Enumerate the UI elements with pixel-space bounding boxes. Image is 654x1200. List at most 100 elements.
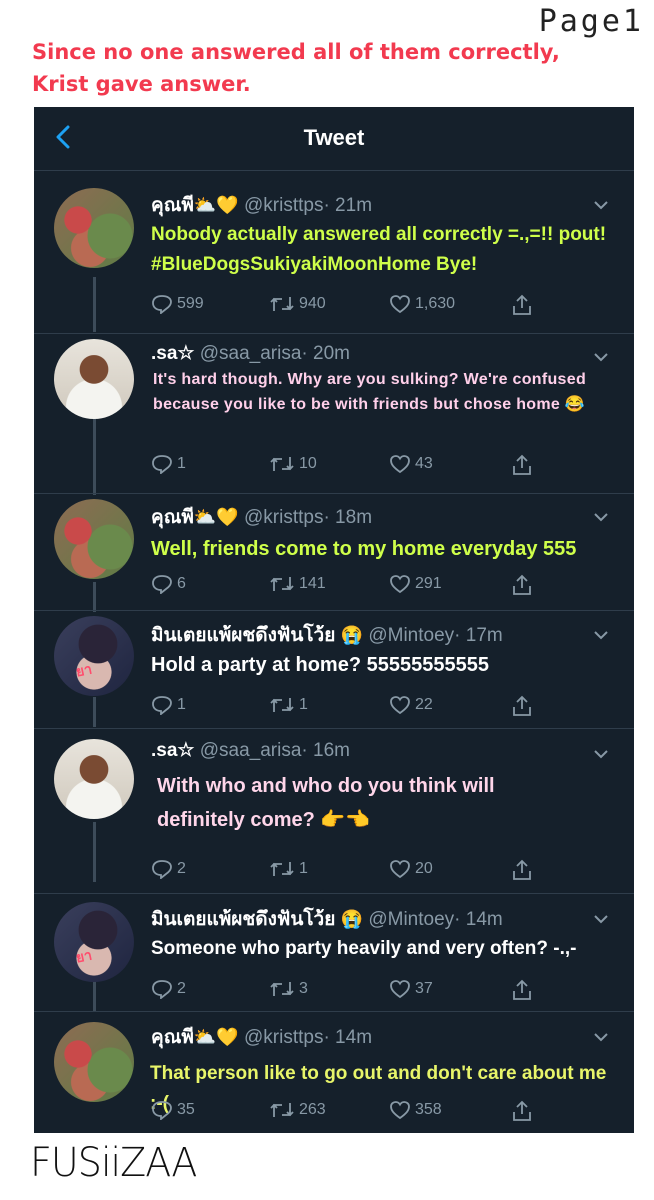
tweet-text: Someone who party heavily and very often… — [151, 938, 577, 959]
tweet-header: .sa☆ @saa_arisa· 20m — [151, 342, 350, 365]
reply-button[interactable]: 599 — [151, 294, 204, 314]
chevron-down-icon[interactable] — [594, 630, 608, 640]
reply-button[interactable]: 35 — [151, 1100, 195, 1120]
like-count: 22 — [415, 696, 433, 713]
like-button[interactable]: 43 — [389, 454, 433, 474]
share-button[interactable] — [511, 695, 537, 717]
tweet-text: Well, friends come to my home everyday 5… — [151, 538, 577, 560]
reply-icon — [152, 696, 172, 715]
username[interactable]: @saa_arisa — [200, 343, 302, 364]
share-button[interactable] — [511, 294, 537, 316]
tweet[interactable]: .sa☆ @saa_arisa· 16m With who and who do… — [34, 729, 634, 891]
avatar[interactable] — [54, 739, 134, 819]
heart-icon — [390, 980, 410, 999]
username[interactable]: @Mintoey — [368, 625, 454, 646]
share-icon — [513, 979, 531, 1000]
chevron-down-icon[interactable] — [594, 512, 608, 522]
avatar[interactable] — [54, 1022, 134, 1102]
like-button[interactable]: 358 — [389, 1100, 442, 1120]
username[interactable]: @saa_arisa — [200, 740, 302, 761]
reply-button[interactable]: 1 — [151, 695, 186, 715]
name-emoji: 😭 — [340, 625, 364, 645]
chevron-down-icon[interactable] — [594, 352, 608, 362]
display-name[interactable]: คุณพี — [151, 507, 194, 528]
retweet-button[interactable]: 940 — [269, 294, 326, 314]
retweet-icon — [270, 577, 294, 591]
chevron-down-icon[interactable] — [594, 914, 608, 924]
retweet-button[interactable]: 263 — [269, 1100, 326, 1120]
reply-button[interactable]: 1 — [151, 454, 186, 474]
retweet-icon — [270, 457, 294, 471]
avatar[interactable]: ยา — [54, 902, 134, 982]
tweet-actions: 2 1 20 — [151, 859, 621, 883]
username[interactable]: @kristtps — [244, 195, 323, 216]
tweet-header: คุณพี⛅💛 @kristtps· 18m — [151, 502, 372, 532]
like-button[interactable]: 291 — [389, 574, 442, 594]
username[interactable]: @kristtps — [244, 1027, 323, 1048]
like-count: 1,630 — [415, 295, 456, 312]
retweet-button[interactable]: 141 — [269, 574, 326, 594]
display-name[interactable]: คุณพี — [151, 195, 194, 216]
like-button[interactable]: 1,630 — [389, 294, 455, 314]
reply-icon — [152, 455, 172, 474]
avatar[interactable] — [54, 188, 134, 268]
reply-button[interactable]: 2 — [151, 979, 186, 999]
retweet-icon — [270, 698, 294, 712]
chevron-down-icon[interactable] — [594, 200, 608, 210]
timestamp: · 14m — [323, 1027, 373, 1048]
share-button[interactable] — [511, 1100, 537, 1122]
share-button[interactable] — [511, 574, 537, 596]
retweet-button[interactable]: 1 — [269, 695, 308, 715]
heart-icon — [390, 575, 410, 594]
tweet-header: มินเตยแพ้ผชดึงฟันโว้ย 😭 @Mintoey· 17m — [151, 620, 503, 650]
username[interactable]: @Mintoey — [368, 909, 454, 930]
like-button[interactable]: 20 — [389, 859, 433, 879]
tweet[interactable]: คุณพี⛅💛 @kristtps· 18m Well, friends com… — [34, 494, 634, 611]
tweet[interactable]: คุณพี⛅💛 @kristtps· 14m That person like … — [34, 1012, 634, 1132]
like-count: 43 — [415, 455, 433, 472]
name-emoji: ⛅💛 — [193, 507, 239, 527]
heart-icon — [390, 1101, 410, 1120]
reply-count: 1 — [177, 455, 186, 472]
like-button[interactable]: 22 — [389, 695, 433, 715]
tweet[interactable]: ยา มินเตยแพ้ผชดึงฟันโว้ย 😭 @Mintoey· 17m… — [34, 611, 634, 728]
avatar[interactable] — [54, 499, 134, 579]
retweet-button[interactable]: 10 — [269, 454, 317, 474]
retweet-button[interactable]: 3 — [269, 979, 308, 999]
timestamp: · 14m — [454, 909, 503, 930]
tweet-thread-screen: Tweet คุณพี⛅💛 @kristtps· 21m Nobody actu… — [34, 107, 634, 1133]
share-button[interactable] — [511, 859, 537, 881]
username[interactable]: @kristtps — [244, 507, 323, 528]
name-emoji: ⛅💛 — [193, 195, 239, 215]
top-bar: Tweet — [34, 107, 634, 171]
chevron-down-icon[interactable] — [594, 1032, 608, 1042]
reply-icon — [152, 575, 172, 594]
retweet-button[interactable]: 1 — [269, 859, 308, 879]
display-name[interactable]: .sa☆ — [151, 740, 194, 761]
tweet[interactable]: ยา มินเตยแพ้ผชดึงฟันโว้ย 😭 @Mintoey· 14m… — [34, 894, 634, 1010]
timestamp: · 20m — [301, 343, 350, 364]
display-name[interactable]: มินเตยแพ้ผชดึงฟันโว้ย — [151, 909, 335, 930]
share-icon — [513, 574, 531, 595]
tweet-header: มินเตยแพ้ผชดึงฟันโว้ย 😭 @Mintoey· 14m — [151, 904, 503, 934]
name-emoji: 😭 — [340, 909, 364, 929]
like-button[interactable]: 37 — [389, 979, 433, 999]
tweet-header: .sa☆ @saa_arisa· 16m — [151, 739, 350, 762]
display-name[interactable]: มินเตยแพ้ผชดึงฟันโว้ย — [151, 625, 335, 646]
reply-button[interactable]: 6 — [151, 574, 186, 594]
share-button[interactable] — [511, 979, 537, 1001]
display-name[interactable]: .sa☆ — [151, 343, 194, 364]
retweet-icon — [270, 862, 294, 876]
retweet-icon — [270, 297, 294, 311]
avatar[interactable] — [54, 339, 134, 419]
share-button[interactable] — [511, 454, 537, 476]
chevron-down-icon[interactable] — [594, 749, 608, 759]
reply-icon — [152, 295, 172, 314]
reply-button[interactable]: 2 — [151, 859, 186, 879]
avatar[interactable]: ยา — [54, 616, 134, 696]
name-emoji: ⛅💛 — [193, 1027, 239, 1047]
display-name[interactable]: คุณพี — [151, 1027, 194, 1048]
avatar-mark: ยา — [74, 661, 94, 681]
reply-count: 1 — [177, 696, 186, 713]
tweet[interactable]: .sa☆ @saa_arisa· 20m It's hard though. W… — [34, 334, 634, 494]
